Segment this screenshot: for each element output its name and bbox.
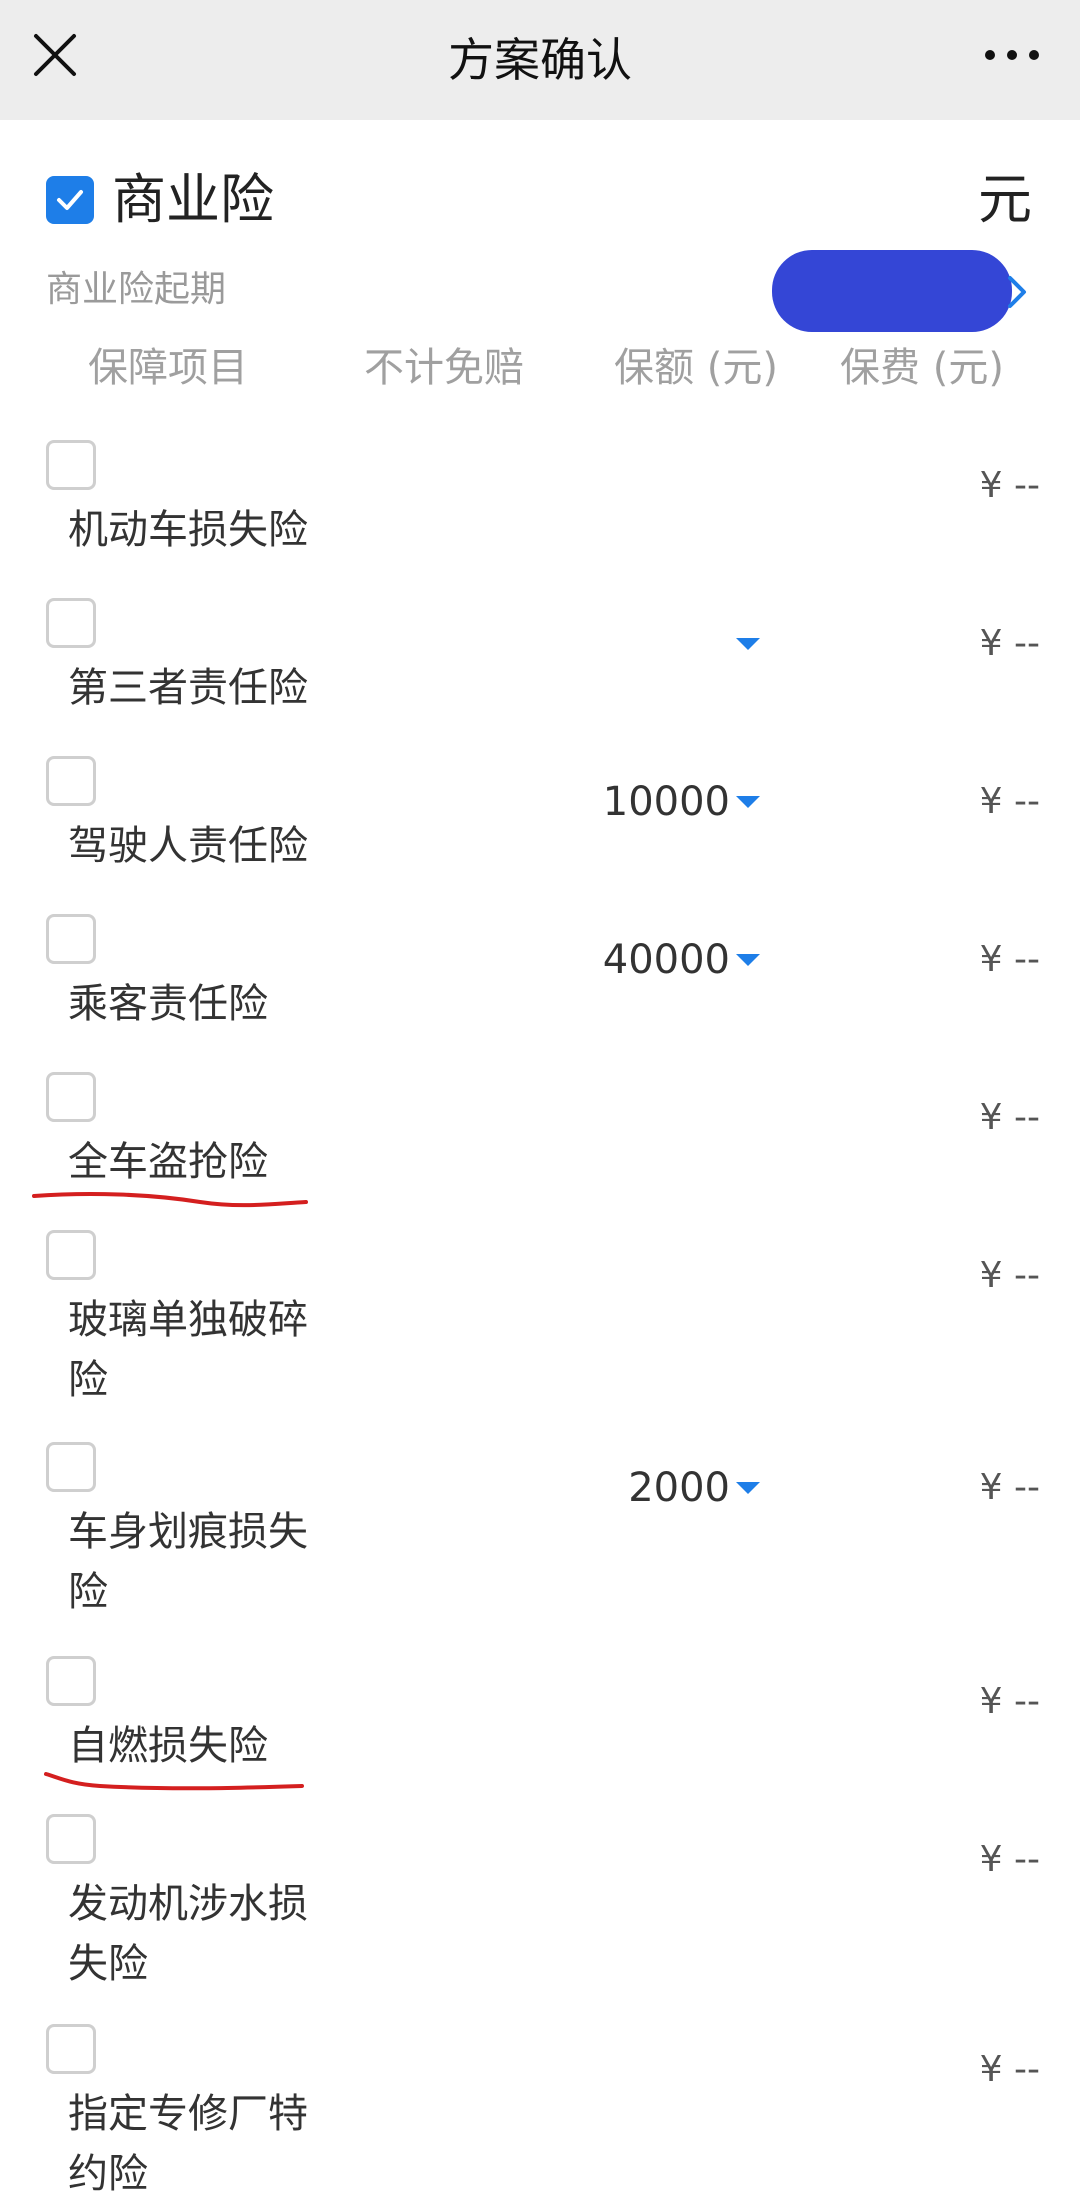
red-underline-annotation [32,1192,308,1208]
row-name: 车身划痕损失险 [68,1509,308,1615]
section-title: 商业险 [112,168,274,231]
page-title: 方案确认 [448,33,632,87]
caret-down-icon [736,638,760,650]
caret-down-icon [736,1482,760,1494]
row-name: 指定专修厂特约险 [68,2091,308,2197]
row-fee: ¥ -- [979,2049,1040,2090]
coverage-value: 2000 [628,1465,730,1511]
row-name: 玻璃单独破碎险 [68,1297,308,1403]
row-checkbox[interactable] [46,2024,96,2074]
row-fee: ¥ -- [979,465,1040,506]
start-date-value-redacted [772,250,1012,332]
row-checkbox[interactable] [46,1230,96,1280]
row-checkbox[interactable] [46,598,96,648]
row-fee: ¥ -- [979,1097,1040,1138]
red-underline-annotation [44,1772,304,1791]
row-fee: ¥ -- [979,1467,1040,1508]
check-icon [57,190,83,210]
row-fee: ¥ -- [979,1255,1040,1296]
column-header-coverage: 保额 (元) [614,345,778,391]
more-icon[interactable] [982,40,1042,70]
caret-down-icon [736,796,760,808]
row-fee: ¥ -- [979,1839,1040,1880]
commercial-insurance-header: 商业险 元 [0,160,1080,250]
commercial-insurance-checkbox[interactable] [46,176,94,224]
coverage-value: 10000 [602,779,730,825]
row-fee: ¥ -- [979,781,1040,822]
coverage-select[interactable]: 10000 [560,772,760,832]
row-fee: ¥ -- [979,1681,1040,1722]
start-date-row[interactable]: 商业险起期 [0,250,1080,332]
row-fee: ¥ -- [979,939,1040,980]
row-checkbox[interactable] [46,1814,96,1864]
row-name: 驾驶人责任险 [68,823,308,869]
row-checkbox[interactable] [46,1442,96,1492]
row-checkbox[interactable] [46,1656,96,1706]
column-header-item: 保障项目 [88,345,248,391]
chevron-right-icon [1008,276,1026,308]
row-name: 第三者责任险 [68,665,308,711]
row-checkbox[interactable] [46,914,96,964]
row-name: 发动机涉水损失险 [68,1881,308,1987]
row-name: 全车盗抢险 [68,1139,268,1185]
column-header-premium: 保费 (元) [840,345,1004,391]
coverage-select[interactable]: 2000 [560,1458,760,1518]
row-name: 机动车损失险 [68,507,308,553]
row-checkbox[interactable] [46,756,96,806]
row-checkbox[interactable] [46,440,96,490]
coverage-select[interactable]: 40000 [560,930,760,990]
coverage-value: 40000 [602,937,730,983]
row-checkbox[interactable] [46,1072,96,1122]
caret-down-icon [736,954,760,966]
section-unit: 元 [978,168,1032,231]
start-date-label: 商业险起期 [46,269,227,310]
row-name: 乘客责任险 [68,981,268,1027]
nav-bar: 方案确认 [0,0,1080,120]
row-fee: ¥ -- [979,623,1040,664]
row-name: 自燃损失险 [68,1723,268,1769]
column-header-deductible: 不计免赔 [364,345,524,391]
